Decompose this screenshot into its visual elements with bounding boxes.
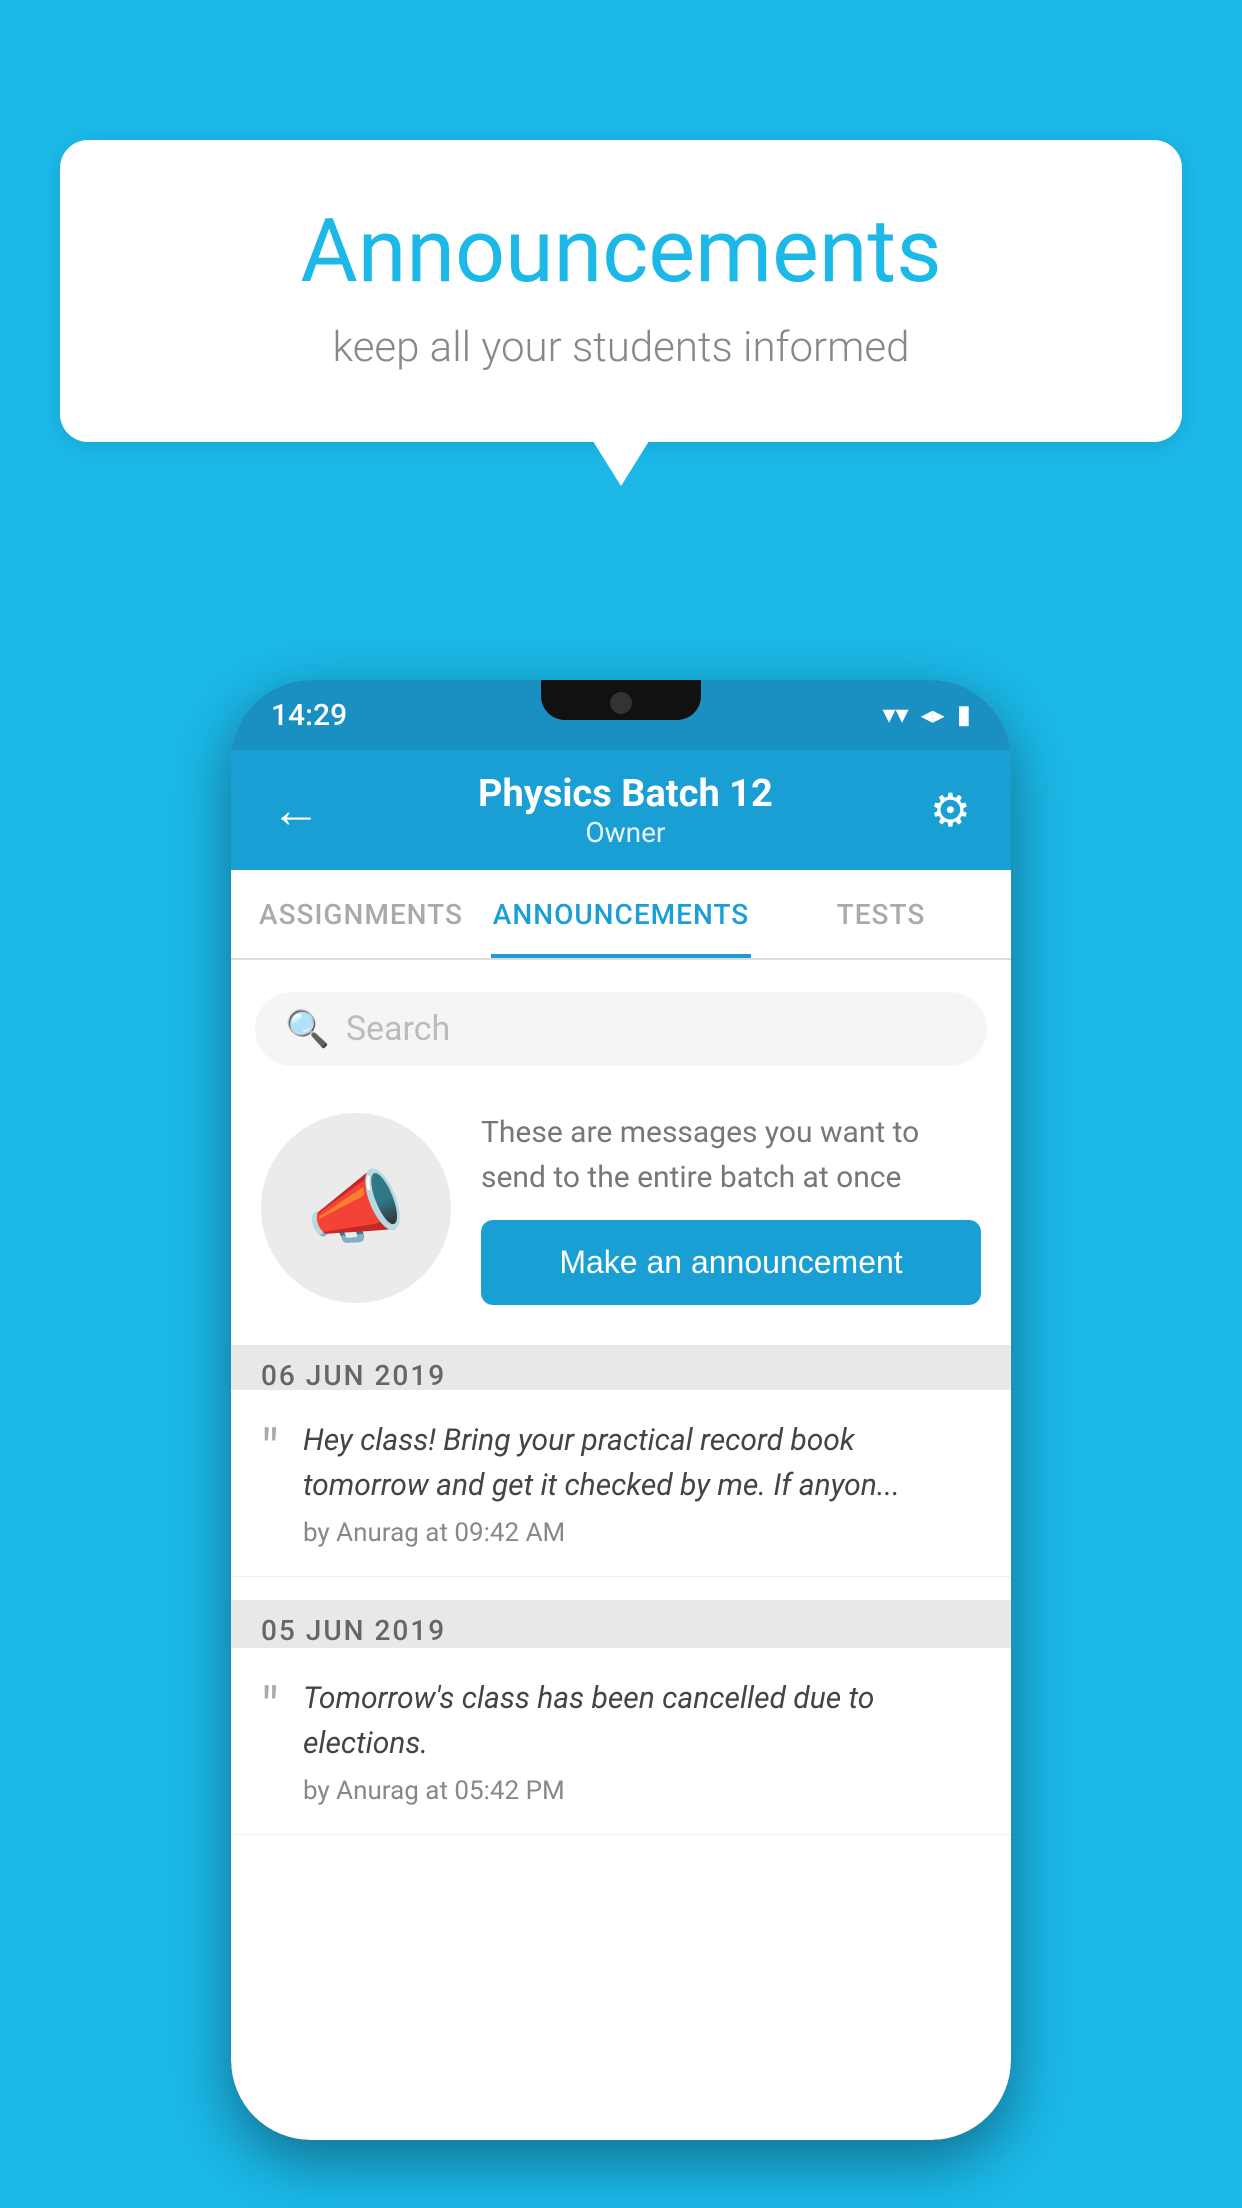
announcement-promo-right: These are messages you want to send to t… — [481, 1110, 981, 1305]
announcement-content-1: Hey class! Bring your practical record b… — [303, 1418, 981, 1548]
settings-icon[interactable]: ⚙ — [930, 783, 971, 838]
announcement-content-2: Tomorrow's class has been cancelled due … — [303, 1676, 981, 1806]
announcement-item-1[interactable]: " Hey class! Bring your practical record… — [231, 1390, 1011, 1577]
announcement-icon-circle: 📣 — [261, 1113, 451, 1303]
megaphone-icon: 📣 — [306, 1161, 406, 1255]
app-bar-title: Physics Batch 12 — [478, 772, 773, 816]
search-bar: 🔍 Search — [231, 976, 1011, 1082]
back-button[interactable]: ← — [271, 781, 321, 840]
bubble-subtitle: keep all your students informed — [140, 323, 1102, 372]
announcement-meta-2: by Anurag at 05:42 PM — [303, 1776, 981, 1806]
announcement-promo-description: These are messages you want to send to t… — [481, 1110, 981, 1200]
announcement-meta-1: by Anurag at 09:42 AM — [303, 1518, 981, 1548]
search-icon: 🔍 — [285, 1008, 330, 1050]
tab-tests[interactable]: TESTS — [751, 870, 1011, 958]
wifi-icon: ▾▾ — [882, 700, 908, 730]
app-bar: ← Physics Batch 12 Owner ⚙ — [231, 750, 1011, 870]
tabs-bar: ASSIGNMENTS ANNOUNCEMENTS TESTS — [231, 870, 1011, 960]
app-bar-title-group: Physics Batch 12 Owner — [478, 772, 773, 849]
date-header-text-june6: 06 JUN 2019 — [261, 1359, 446, 1392]
announcement-text-1: Hey class! Bring your practical record b… — [303, 1418, 981, 1508]
tab-assignments[interactable]: ASSIGNMENTS — [231, 870, 491, 958]
quote-icon-1: " — [261, 1422, 279, 1478]
date-header-text-june5: 05 JUN 2019 — [261, 1614, 446, 1647]
signal-icon: ◂▸ — [921, 701, 945, 729]
announcement-item-2[interactable]: " Tomorrow's class has been cancelled du… — [231, 1648, 1011, 1835]
announcement-text-2: Tomorrow's class has been cancelled due … — [303, 1676, 981, 1766]
app-bar-subtitle: Owner — [478, 816, 773, 849]
search-placeholder: Search — [346, 1009, 450, 1049]
tab-announcements[interactable]: ANNOUNCEMENTS — [491, 870, 751, 958]
make-announcement-button[interactable]: Make an announcement — [481, 1220, 981, 1305]
phone-frame: 14:29 ▾▾ ◂▸ ▮ ← Physics Batch 12 Owner ⚙… — [231, 680, 1011, 2140]
status-time: 14:29 — [271, 698, 347, 733]
phone-camera — [610, 692, 632, 714]
battery-icon: ▮ — [957, 700, 971, 730]
announcement-promo: 📣 These are messages you want to send to… — [231, 1080, 1011, 1346]
phone-screen: 14:29 ▾▾ ◂▸ ▮ ← Physics Batch 12 Owner ⚙… — [231, 680, 1011, 2140]
speech-bubble-container: Announcements keep all your students inf… — [60, 140, 1182, 442]
status-icons: ▾▾ ◂▸ ▮ — [882, 700, 971, 730]
speech-bubble: Announcements keep all your students inf… — [60, 140, 1182, 442]
search-input-wrapper[interactable]: 🔍 Search — [255, 992, 987, 1066]
bubble-title: Announcements — [140, 200, 1102, 303]
quote-icon-2: " — [261, 1680, 279, 1736]
